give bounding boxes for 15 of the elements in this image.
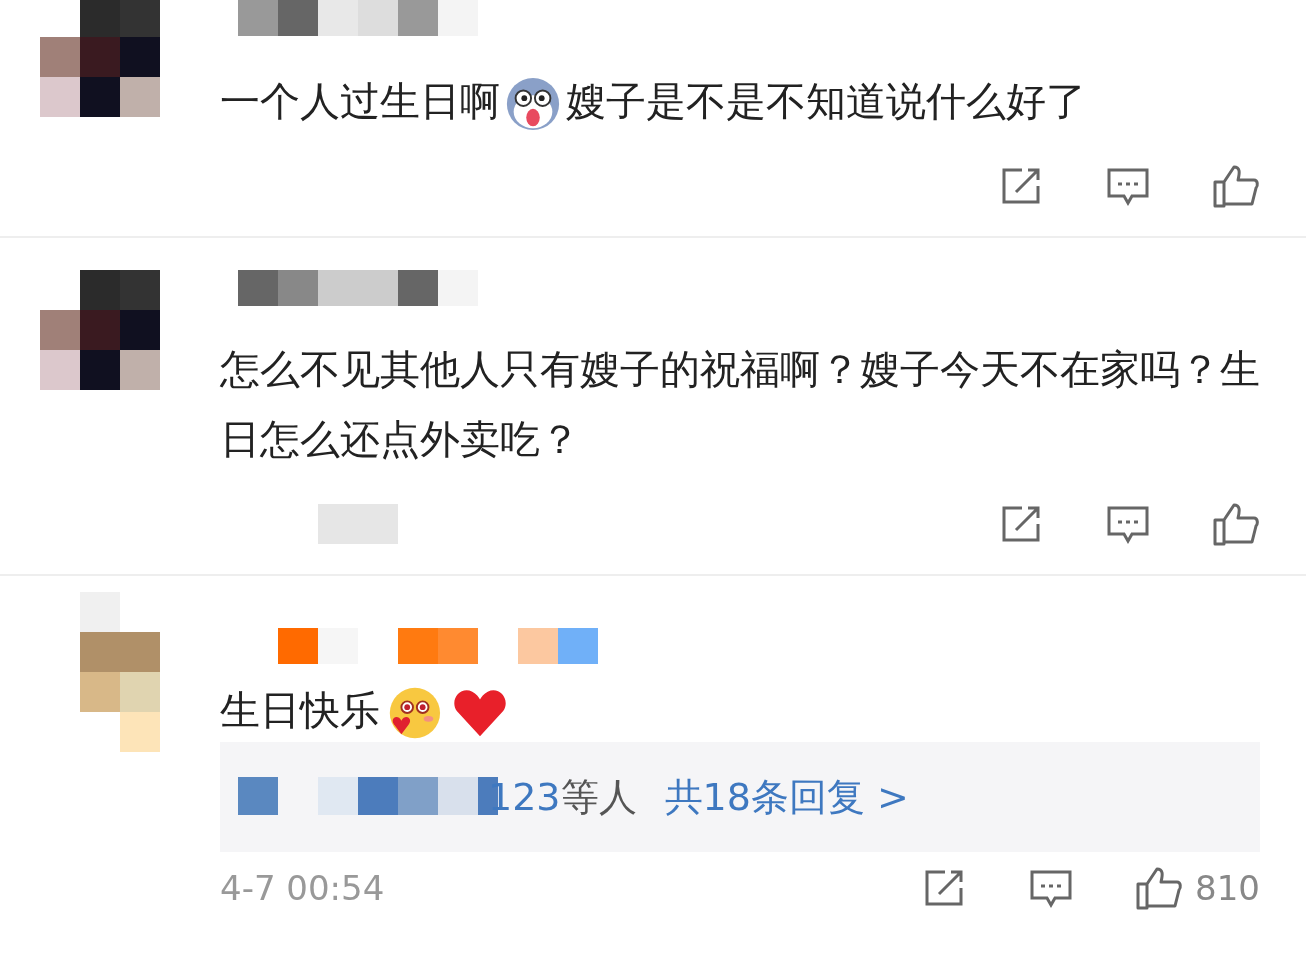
like-button[interactable]: 810 [1135,866,1260,910]
comment-icon[interactable] [1106,504,1150,544]
like-button[interactable] [1212,502,1260,546]
husky-emoji-icon [504,75,562,133]
comment-text: 生日快乐 [220,678,1260,742]
view-replies-link[interactable]: 共18条回复 > [664,771,909,823]
thumbs-up-icon [1135,866,1184,910]
comment-icon[interactable] [1029,868,1074,908]
comment-text: 一个人过生日啊 嫂子是不是不知道说什么好了 [220,66,1260,136]
comment-text: 怎么不见其他人只有嫂子的祝福啊？嫂子今天不在家吗？生日怎么还点外卖吃？ [220,345,1260,464]
thumbs-up-icon [1212,164,1260,208]
like-button[interactable] [1212,164,1260,208]
comment-icon[interactable] [1106,166,1150,206]
thumbs-up-icon [1212,502,1260,546]
comment-time: 4-7 00:54 [220,868,385,908]
